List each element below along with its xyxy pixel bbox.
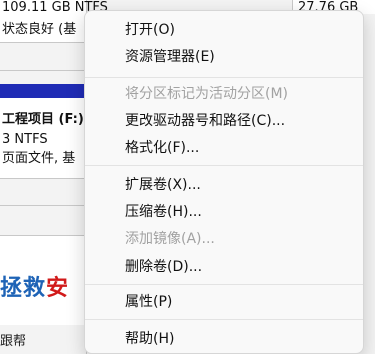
menu-item-shrink-volume[interactable]: 压缩卷(H)... (125, 202, 202, 222)
menu-separator (85, 77, 363, 78)
row-divider (0, 178, 86, 179)
banner-blue-text: 拯救 (0, 276, 47, 301)
volume-context-menu: 打开(O) 资源管理器(E) 将分区标记为活动分区(M) 更改驱动器号和路径(C… (84, 10, 364, 354)
banner-red-text: 安 (46, 276, 70, 301)
menu-item-add-mirror[interactable]: 添加镜像(A)... (125, 229, 215, 249)
volume-title: 工程项目 (F:) (2, 112, 84, 127)
background-banner-text: 拯救安 (0, 270, 69, 302)
row-divider (0, 70, 86, 71)
menu-item-explorer[interactable]: 资源管理器(E) (125, 47, 215, 67)
menu-item-extend-volume[interactable]: 扩展卷(X)... (125, 175, 201, 195)
volume-status: 页面文件, 基 (2, 151, 76, 166)
volume-filesystem: 3 NTFS (2, 132, 48, 147)
menu-item-change-drive-letter[interactable]: 更改驱动器号和路径(C)... (125, 111, 285, 131)
menu-item-open[interactable]: 打开(O) (125, 20, 175, 40)
background-bottom-text: 跟帮 (0, 334, 27, 349)
partition-status-label: 状态良好 (基 (2, 22, 77, 37)
volume-header-bar (0, 84, 86, 98)
menu-item-delete-volume[interactable]: 删除卷(D)... (125, 257, 202, 277)
row-divider (0, 42, 86, 43)
row-divider (0, 235, 86, 236)
menu-item-format[interactable]: 格式化(F)... (125, 138, 199, 158)
menu-item-mark-active[interactable]: 将分区标记为活动分区(M) (125, 84, 288, 104)
menu-separator (85, 319, 363, 320)
menu-separator (85, 284, 363, 285)
menu-item-help[interactable]: 帮助(H) (125, 329, 174, 349)
menu-item-properties[interactable]: 属性(P) (125, 292, 172, 312)
menu-separator (85, 165, 363, 166)
row-divider (0, 205, 86, 206)
